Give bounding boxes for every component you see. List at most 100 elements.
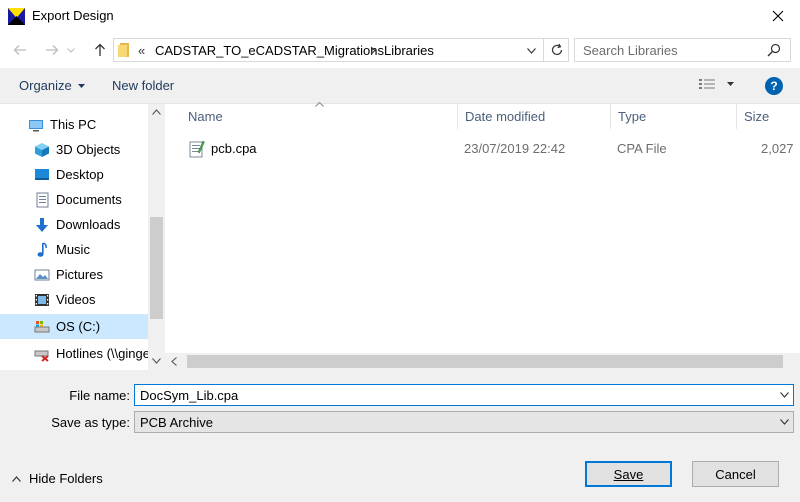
savetype-label: Save as type: bbox=[51, 415, 130, 430]
nav-item-label: 3D Objects bbox=[56, 142, 121, 157]
desktop-icon bbox=[34, 167, 50, 183]
column-date-label: Date modified bbox=[465, 109, 546, 124]
search-input[interactable]: Search Libraries bbox=[574, 38, 791, 62]
video-icon bbox=[34, 292, 50, 308]
address-overflow[interactable]: « bbox=[138, 43, 145, 58]
close-icon bbox=[772, 10, 784, 22]
column-date-modified[interactable]: Date modified bbox=[457, 104, 610, 129]
arrow-right-icon bbox=[45, 44, 59, 56]
save-button-label: Save bbox=[613, 466, 644, 482]
dropdown-arrow-icon bbox=[77, 83, 85, 88]
savetype-value: PCB Archive bbox=[140, 414, 213, 430]
recent-locations-button[interactable] bbox=[64, 38, 78, 62]
column-name-label: Name bbox=[188, 109, 223, 124]
nav-item-desktop[interactable]: Desktop bbox=[0, 162, 148, 187]
horizontal-scrollbar[interactable] bbox=[165, 353, 800, 370]
download-icon bbox=[34, 217, 50, 233]
chevron-down-icon bbox=[67, 47, 75, 53]
scroll-thumb[interactable] bbox=[150, 217, 163, 319]
scroll-left-icon[interactable] bbox=[171, 357, 177, 366]
nav-item-music[interactable]: Music bbox=[0, 237, 148, 262]
file-date: 23/07/2019 22:42 bbox=[464, 141, 566, 156]
filename-field[interactable]: DocSym_Lib.cpa bbox=[134, 384, 794, 406]
organize-menu[interactable]: Organize bbox=[19, 78, 85, 93]
organize-label: Organize bbox=[19, 78, 72, 93]
nav-item-label: Hotlines (\\ginge bbox=[56, 346, 148, 361]
scroll-up-icon[interactable] bbox=[152, 109, 161, 115]
nav-item-pictures[interactable]: Pictures bbox=[0, 262, 148, 287]
chevron-down-icon[interactable] bbox=[780, 392, 789, 398]
refresh-button[interactable] bbox=[543, 38, 569, 62]
nav-item-label: This PC bbox=[50, 117, 97, 132]
filename-label: File name: bbox=[69, 388, 130, 403]
file-row[interactable]: pcb.cpa 23/07/2019 22:42 CPA File 2,027 bbox=[180, 138, 800, 160]
folder-icon bbox=[118, 42, 130, 58]
save-form: File name: DocSym_Lib.cpa Save as type: … bbox=[0, 370, 800, 502]
help-button[interactable]: ? bbox=[765, 77, 783, 95]
cancel-button-label: Cancel bbox=[715, 466, 756, 482]
nav-item-label: Videos bbox=[56, 292, 96, 307]
column-type-label: Type bbox=[618, 109, 647, 124]
document-icon bbox=[34, 192, 50, 208]
address-history-button[interactable] bbox=[527, 48, 536, 54]
back-button[interactable] bbox=[8, 38, 32, 62]
network-drive-icon bbox=[34, 346, 50, 362]
cube-icon bbox=[34, 142, 50, 158]
close-button[interactable] bbox=[755, 0, 800, 32]
nav-item-documents[interactable]: Documents bbox=[0, 187, 148, 212]
column-header: Name Date modified Type Size bbox=[165, 102, 800, 129]
nav-item-hotlines[interactable]: Hotlines (\\ginge bbox=[0, 341, 148, 366]
nav-item-label: Pictures bbox=[56, 267, 103, 282]
column-name[interactable]: Name bbox=[180, 104, 457, 129]
nav-scrollbar[interactable] bbox=[148, 104, 165, 370]
file-icon bbox=[189, 140, 205, 158]
computer-icon bbox=[28, 117, 44, 133]
drive-icon bbox=[34, 319, 50, 335]
cancel-button[interactable]: Cancel bbox=[692, 461, 779, 487]
file-name: pcb.cpa bbox=[211, 141, 257, 156]
navigation-pane: This PC 3D Objects Desktop Documents Dow… bbox=[0, 104, 165, 370]
up-button[interactable] bbox=[88, 38, 112, 62]
arrow-left-icon bbox=[13, 44, 27, 56]
nav-item-label: Desktop bbox=[56, 167, 104, 182]
chevron-right-icon[interactable] bbox=[370, 46, 376, 55]
music-icon bbox=[34, 241, 50, 258]
nav-item-label: Downloads bbox=[56, 217, 121, 232]
view-options-button[interactable] bbox=[699, 78, 734, 90]
new-folder-button[interactable]: New folder bbox=[112, 78, 174, 93]
window-title: Export Design bbox=[32, 8, 114, 23]
dropdown-arrow-icon bbox=[727, 82, 734, 86]
column-size-label: Size bbox=[744, 109, 770, 124]
column-type[interactable]: Type bbox=[610, 104, 736, 129]
search-placeholder: Search Libraries bbox=[583, 43, 678, 58]
nav-item-label: Documents bbox=[56, 192, 122, 207]
scroll-thumb[interactable] bbox=[187, 355, 783, 368]
search-icon bbox=[767, 43, 781, 57]
hide-folders-toggle[interactable]: Hide Folders bbox=[12, 471, 103, 486]
refresh-icon bbox=[550, 43, 564, 57]
picture-icon bbox=[34, 267, 50, 283]
nav-item-3d-objects[interactable]: 3D Objects bbox=[0, 137, 148, 162]
command-bar: Organize New folder ? bbox=[0, 68, 800, 104]
nav-item-os-c[interactable]: OS (C:) bbox=[0, 314, 148, 339]
savetype-select[interactable]: PCB Archive bbox=[134, 411, 794, 433]
forward-button[interactable] bbox=[40, 38, 64, 62]
file-size: 2,027 bbox=[761, 141, 794, 156]
nav-item-label: OS (C:) bbox=[56, 319, 101, 334]
app-icon bbox=[8, 8, 25, 25]
arrow-up-icon bbox=[94, 43, 106, 57]
address-segment[interactable]: CADSTAR_TO_eCADSTAR_Migrations bbox=[155, 43, 384, 58]
file-type: CPA File bbox=[617, 141, 667, 156]
scroll-down-icon[interactable] bbox=[152, 358, 161, 364]
hide-folders-label: Hide Folders bbox=[29, 471, 103, 486]
save-button[interactable]: Save bbox=[585, 461, 672, 487]
filename-value: DocSym_Lib.cpa bbox=[140, 387, 239, 403]
column-size[interactable]: Size bbox=[736, 104, 800, 129]
nav-item-label: Music bbox=[56, 242, 90, 257]
nav-item-videos[interactable]: Videos bbox=[0, 287, 148, 312]
nav-item-this-pc[interactable]: This PC bbox=[0, 112, 148, 137]
address-bar[interactable]: « CADSTAR_TO_eCADSTAR_Migrations Librari… bbox=[113, 38, 569, 62]
address-segment[interactable]: Libraries bbox=[384, 43, 434, 58]
nav-item-downloads[interactable]: Downloads bbox=[0, 212, 148, 237]
chevron-down-icon bbox=[780, 419, 789, 425]
